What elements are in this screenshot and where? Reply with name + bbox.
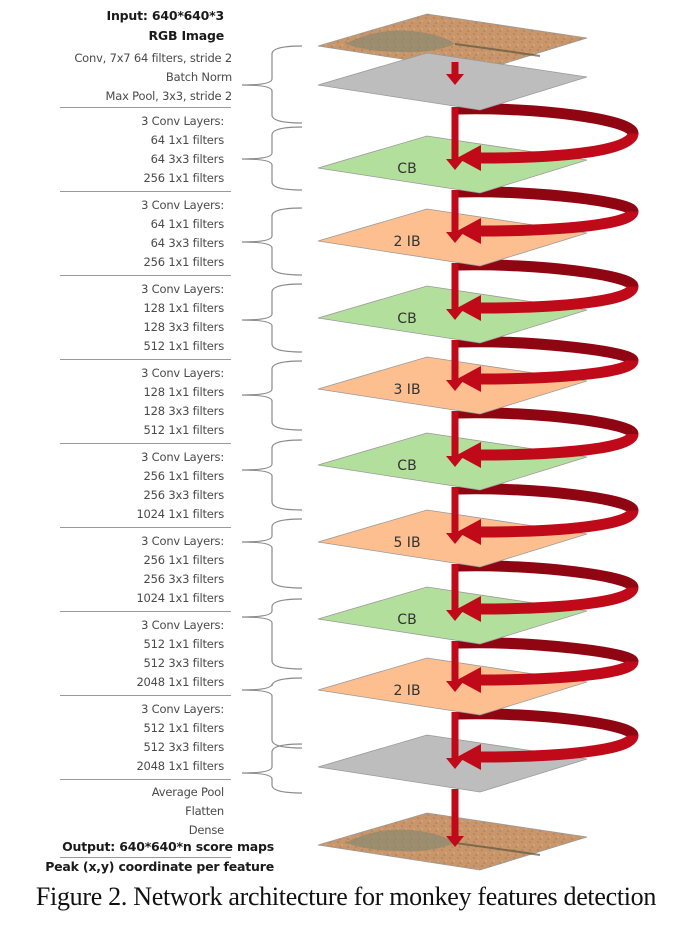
skip-connection-arc xyxy=(457,483,639,514)
skip-connection-arc xyxy=(457,637,639,667)
curly-brace xyxy=(241,518,303,589)
flow-arrow-shaft xyxy=(451,641,459,682)
flow-arrow-shaft xyxy=(451,789,459,837)
flow-arrow-shaft xyxy=(451,107,459,160)
curly-brace xyxy=(241,360,303,431)
flow-arrow-shaft xyxy=(451,190,459,233)
architecture-diagram: CB 2 IB CB 3 IB CB 5 IB CB 2 IB xyxy=(241,13,639,871)
curly-brace xyxy=(241,126,303,191)
figure-caption: Figure 2. Network architecture for monke… xyxy=(35,882,657,911)
curly-brace xyxy=(241,45,303,124)
curly-brace xyxy=(241,677,303,749)
flow-arrow-shaft xyxy=(451,564,459,611)
plane-label: 5 IB xyxy=(393,535,420,551)
flow-arrow-shaft xyxy=(451,487,459,534)
skip-connection-arc xyxy=(457,560,639,591)
skip-connection-arc xyxy=(457,259,639,290)
flow-arrow-shaft xyxy=(451,712,459,759)
plane-label: 3 IB xyxy=(393,382,420,398)
plane-label: CB xyxy=(397,311,416,327)
curly-brace xyxy=(241,207,303,276)
plane-label: CB xyxy=(397,161,416,177)
skip-connection-arc xyxy=(457,708,639,739)
flow-arrow-shaft xyxy=(451,411,459,457)
brace-group xyxy=(241,45,303,794)
skip-connection-arc xyxy=(457,407,639,437)
curly-brace xyxy=(241,743,303,794)
curly-brace xyxy=(241,598,303,670)
curly-brace xyxy=(241,439,303,511)
curly-brace xyxy=(241,283,303,353)
skip-connection-arc xyxy=(457,336,639,366)
plane-label: CB xyxy=(397,612,416,628)
skip-connection-arc xyxy=(457,103,639,136)
plane-label: CB xyxy=(397,458,416,474)
skip-connection-arc xyxy=(478,131,639,164)
skip-connection-arc xyxy=(457,186,639,215)
flow-arrow-shaft xyxy=(451,263,459,310)
flow-arrow-shaft xyxy=(451,340,459,381)
flow-arrow-shaft xyxy=(451,62,459,75)
skip-connections-front xyxy=(457,131,639,770)
plane-label: 2 IB xyxy=(393,234,420,250)
plane-label: 2 IB xyxy=(393,683,420,699)
